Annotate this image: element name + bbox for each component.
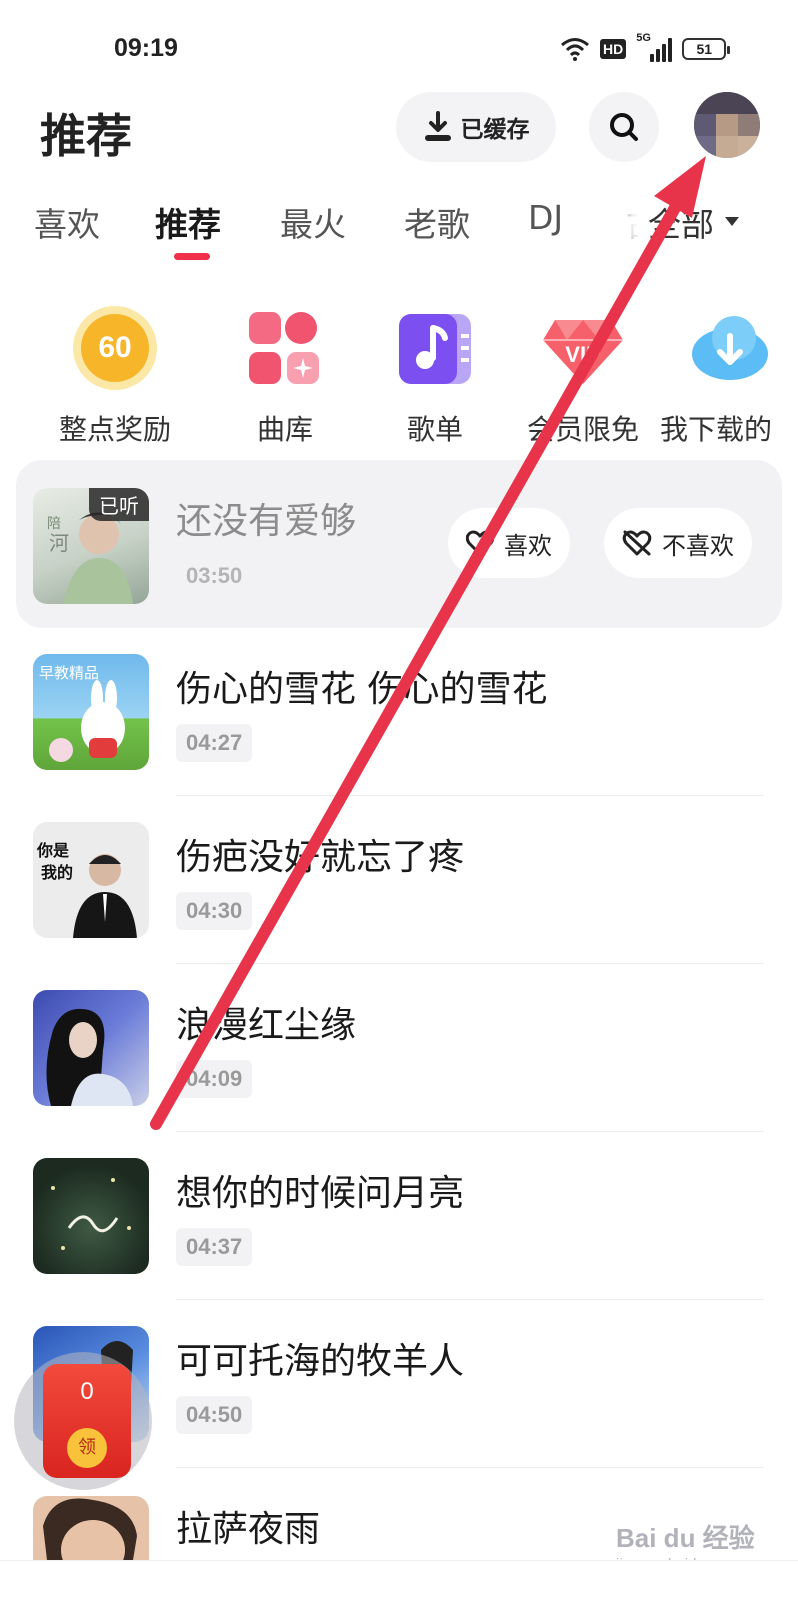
song-row[interactable]: 浪漫红尘缘 04:09: [0, 966, 798, 1134]
shortcut-library[interactable]: 曲库: [210, 306, 360, 448]
like-button[interactable]: 喜欢: [448, 508, 570, 578]
heard-badge: 已听: [89, 488, 149, 521]
status-icons: HD 5G 51: [560, 32, 731, 62]
shortcut-vip-free[interactable]: VIP 会员限免: [508, 306, 658, 448]
like-label: 喜欢: [504, 531, 552, 560]
shortcut-label: 我下载的: [660, 413, 773, 446]
divider: [176, 795, 764, 796]
song-title: 拉萨夜雨: [176, 1509, 321, 1550]
song-duration: 04:27: [176, 724, 253, 762]
playlist-icon: [393, 306, 477, 390]
song-title: 还没有爱够: [176, 501, 357, 542]
tab-old-songs[interactable]: 老歌: [404, 198, 470, 246]
tab-all-dropdown[interactable]: 全部: [638, 198, 740, 246]
bottom-navigation: [0, 1560, 798, 1600]
tab-dj[interactable]: DJ: [528, 198, 563, 237]
song-cover[interactable]: 陪 河 已听: [33, 488, 149, 604]
coin-badge: 60: [81, 314, 149, 382]
cloud-download-icon: [688, 306, 772, 390]
svg-text:VIP: VIP: [565, 342, 600, 367]
library-icon: [243, 306, 327, 390]
tab-like[interactable]: 喜欢: [34, 198, 100, 246]
dislike-button[interactable]: 不喜欢: [604, 508, 752, 578]
song-title: 想你的时候问月亮: [176, 1173, 465, 1214]
signal-icon: 5G: [636, 32, 673, 62]
song-title: 浪漫红尘缘: [176, 1005, 357, 1046]
search-button[interactable]: [589, 92, 659, 162]
svg-text:你是: 你是: [36, 841, 69, 860]
song-cover: 你是 我的: [33, 822, 149, 938]
battery-level: 51: [696, 41, 713, 57]
song-row[interactable]: 你是 我的 伤疤没好就忘了疼 04:30: [0, 798, 798, 966]
tab-hottest[interactable]: 最火: [280, 198, 346, 246]
song-cover: [33, 990, 149, 1106]
cached-button[interactable]: 已缓存: [396, 92, 556, 162]
divider: [176, 1131, 764, 1132]
shortcut-label: 曲库: [256, 413, 313, 446]
hd-indicator: HD: [600, 39, 627, 59]
song-cover: [33, 1158, 149, 1274]
triangle-down-icon: [725, 217, 739, 226]
tab-active-indicator: [174, 253, 210, 260]
battery-icon: 51: [682, 38, 731, 60]
svg-text:河: 河: [49, 531, 69, 555]
song-cover: [33, 1496, 149, 1560]
coin-60-icon: 60: [73, 306, 157, 390]
song-duration: 04:37: [176, 1228, 253, 1266]
tab-recommend[interactable]: 推荐: [155, 198, 221, 246]
red-envelope-icon: 0 领: [43, 1364, 131, 1478]
status-bar: 09:19 HD 5G 51: [0, 0, 798, 90]
divider: [176, 1299, 764, 1300]
tab-all-label: 全部: [648, 205, 714, 244]
divider: [176, 963, 764, 964]
broken-heart-icon: [622, 530, 652, 556]
network-type: 5G: [636, 32, 651, 44]
wifi-icon: [561, 38, 589, 61]
claim-coin: 领: [67, 1428, 107, 1468]
song-duration: 04:30: [176, 892, 253, 930]
song-cover: 早教精品: [33, 654, 149, 770]
download-icon: [424, 111, 451, 141]
shortcut-playlist[interactable]: 歌单: [360, 306, 510, 448]
shortcut-label: 整点奖励: [58, 413, 171, 446]
shortcut-label: 歌单: [406, 413, 463, 446]
status-time: 09:19: [114, 34, 178, 62]
watermark-main: Bai du 经验: [616, 1523, 755, 1553]
dislike-label: 不喜欢: [662, 531, 734, 560]
search-icon: [610, 113, 638, 141]
song-title: 伤疤没好就忘了疼: [176, 837, 465, 878]
cached-label: 已缓存: [460, 117, 530, 143]
svg-text:早教精品: 早教精品: [39, 664, 99, 682]
divider: [176, 1467, 764, 1468]
song-title: 可可托海的牧羊人: [176, 1341, 465, 1382]
shortcut-label: 会员限免: [526, 413, 639, 446]
avatar[interactable]: [694, 92, 760, 158]
vip-diamond-icon: VIP: [541, 306, 625, 390]
shortcut-hourly-reward[interactable]: 60 整点奖励: [40, 306, 190, 448]
red-packet-widget[interactable]: 0 领: [14, 1352, 152, 1490]
svg-text:我的: 我的: [41, 863, 73, 882]
page-title: 推荐: [40, 109, 132, 163]
song-duration: 04:50: [176, 1396, 253, 1434]
song-duration: 04:09: [176, 1060, 253, 1098]
song-title: 伤心的雪花 伤心的雪花: [176, 669, 548, 710]
song-row[interactable]: 早教精品 伤心的雪花 伤心的雪花 04:27: [0, 630, 798, 798]
shortcut-my-downloads[interactable]: 我下载的: [660, 306, 790, 448]
svg-text:陪: 陪: [47, 516, 61, 532]
heart-icon: [466, 530, 494, 556]
red-packet-count: 0: [80, 1378, 94, 1405]
song-duration: 03:50: [186, 563, 243, 588]
song-row[interactable]: 想你的时候问月亮 04:37: [0, 1134, 798, 1302]
